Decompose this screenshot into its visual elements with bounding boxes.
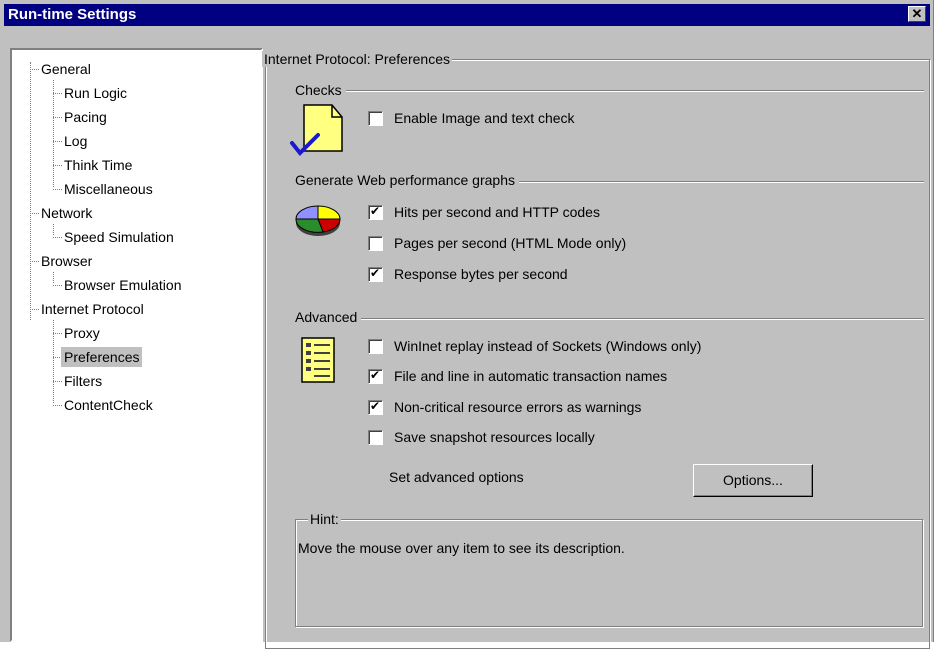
hits-per-second-checkbox[interactable]	[368, 203, 383, 220]
tree-item-browser-emulation[interactable]: Browser Emulation	[61, 275, 185, 295]
graphs-section-label: Generate Web performance graphs	[295, 172, 519, 188]
tree-connector-general	[53, 80, 54, 187]
enable-image-text-check-checkbox[interactable]	[368, 110, 383, 126]
checks-section-label: Checks	[295, 82, 346, 98]
options-button[interactable]: Options...	[693, 464, 813, 497]
close-icon: ✕	[911, 6, 923, 21]
tree-item-log[interactable]: Log	[61, 131, 90, 151]
response-bytes-option[interactable]: Response bytes per second	[368, 264, 568, 284]
window-title: Run-time Settings	[8, 6, 137, 23]
tree-item-think-time[interactable]: Think Time	[61, 155, 135, 175]
list-document-icon	[301, 337, 335, 383]
pages-per-second-label: Pages per second (HTML Mode only)	[394, 235, 627, 251]
tree-connector-network	[53, 224, 54, 235]
pages-per-second-checkbox[interactable]	[368, 235, 383, 251]
tree-item-preferences[interactable]: Preferences	[61, 347, 143, 367]
non-critical-errors-checkbox[interactable]	[368, 398, 383, 415]
close-button[interactable]: ✕	[908, 6, 926, 22]
enable-image-text-check-option[interactable]: Enable Image and text check	[368, 108, 575, 128]
checks-separator	[296, 90, 924, 92]
file-line-transaction-checkbox[interactable]	[368, 367, 383, 384]
document-check-icon	[290, 104, 343, 156]
tree-item-run-logic[interactable]: Run Logic	[61, 83, 130, 103]
non-critical-errors-label: Non-critical resource errors as warnings	[394, 399, 642, 415]
tree-connector-browser	[53, 272, 54, 283]
response-bytes-label: Response bytes per second	[394, 266, 568, 282]
advanced-options-label: Set advanced options	[389, 469, 528, 485]
file-line-transaction-option[interactable]: File and line in automatic transaction n…	[368, 366, 667, 386]
save-snapshot-label: Save snapshot resources locally	[394, 429, 595, 445]
wininet-replay-checkbox[interactable]	[368, 338, 383, 354]
save-snapshot-option[interactable]: Save snapshot resources locally	[368, 427, 595, 447]
tree-item-general[interactable]: General	[38, 59, 94, 79]
tree-item-internet-protocol[interactable]: Internet Protocol	[38, 299, 147, 319]
hint-label: Hint:	[308, 511, 341, 527]
save-snapshot-checkbox[interactable]	[368, 429, 383, 445]
tree-item-miscellaneous[interactable]: Miscellaneous	[61, 179, 156, 199]
pie-chart-icon	[295, 205, 341, 236]
tree-item-browser[interactable]: Browser	[38, 251, 95, 271]
tree-item-filters[interactable]: Filters	[61, 371, 105, 391]
tree-item-network[interactable]: Network	[38, 203, 95, 223]
file-line-transaction-label: File and line in automatic transaction n…	[394, 368, 668, 384]
tree-connector-root	[30, 62, 31, 320]
enable-image-text-check-label: Enable Image and text check	[394, 110, 575, 126]
wininet-replay-label: WinInet replay instead of Sockets (Windo…	[394, 338, 702, 354]
tree-item-speed-simulation[interactable]: Speed Simulation	[61, 227, 177, 247]
title-bar[interactable]: Run-time Settings ✕	[4, 4, 930, 26]
tree-item-proxy[interactable]: Proxy	[61, 323, 103, 343]
run-time-settings-window: Run-time Settings ✕ General Run Logic Pa…	[0, 0, 934, 649]
hint-text: Move the mouse over any item to see its …	[298, 540, 625, 556]
tree-item-contentcheck[interactable]: ContentCheck	[61, 395, 156, 415]
panel-title: Internet Protocol: Preferences	[262, 51, 452, 67]
pages-per-second-option[interactable]: Pages per second (HTML Mode only)	[368, 233, 626, 253]
tree-item-pacing[interactable]: Pacing	[61, 107, 110, 127]
advanced-section-label: Advanced	[295, 309, 362, 325]
response-bytes-checkbox[interactable]	[368, 265, 383, 282]
wininet-replay-option[interactable]: WinInet replay instead of Sockets (Windo…	[368, 336, 701, 356]
hint-group-frame	[295, 519, 923, 627]
non-critical-errors-option[interactable]: Non-critical resource errors as warnings	[368, 397, 641, 417]
hits-per-second-option[interactable]: Hits per second and HTTP codes	[368, 202, 600, 222]
hits-per-second-label: Hits per second and HTTP codes	[394, 204, 600, 220]
settings-tree[interactable]: General Run Logic Pacing Log Think Time …	[10, 48, 263, 642]
advanced-separator	[296, 318, 924, 320]
